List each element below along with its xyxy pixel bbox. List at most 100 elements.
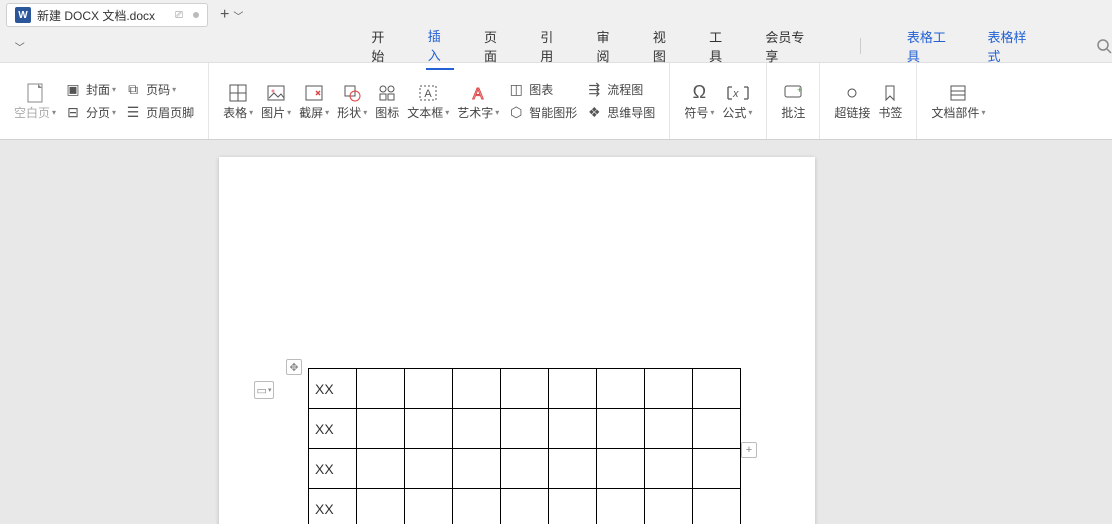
- pagenum-icon: ⧉: [124, 81, 142, 98]
- mindmap-button[interactable]: ❖思维导图: [585, 104, 655, 121]
- table-cell[interactable]: [453, 409, 501, 449]
- chevron-down-icon[interactable]: ﹀: [233, 8, 243, 23]
- table-cell[interactable]: [405, 409, 453, 449]
- mindmap-icon: ❖: [585, 104, 603, 121]
- table-cell[interactable]: [549, 489, 597, 524]
- picture-button[interactable]: 图片▾: [261, 82, 291, 121]
- picture-icon: [266, 82, 286, 104]
- table-cell[interactable]: [549, 449, 597, 489]
- table-cell[interactable]: [501, 489, 549, 524]
- svg-text:A: A: [473, 86, 484, 103]
- shapes-button[interactable]: 形状▾: [337, 82, 367, 121]
- table-cell[interactable]: [453, 489, 501, 524]
- table-cell[interactable]: [453, 449, 501, 489]
- search-icon[interactable]: [1096, 38, 1112, 54]
- table-cell[interactable]: [693, 449, 741, 489]
- textbox-button[interactable]: A 文本框▾: [407, 82, 449, 121]
- table-row[interactable]: XX: [309, 369, 741, 409]
- wordart-button[interactable]: A 艺术字▾: [457, 82, 499, 121]
- bookmark-button[interactable]: 书签: [878, 82, 902, 121]
- word-doc-icon: W: [15, 7, 31, 23]
- header-footer-button[interactable]: ☰页眉页脚: [124, 104, 194, 121]
- smartart-icon: ⬡: [507, 104, 525, 121]
- icons-button[interactable]: 图标: [375, 82, 399, 121]
- table-cell[interactable]: XX: [309, 369, 357, 409]
- table-cell[interactable]: XX: [309, 449, 357, 489]
- page-number-button[interactable]: ⧉页码▾: [124, 81, 194, 98]
- document-tab[interactable]: W 新建 DOCX 文档.docx ⎚: [6, 3, 208, 27]
- tab-device-icon[interactable]: ⎚: [175, 10, 183, 21]
- svg-text:x: x: [732, 88, 739, 100]
- flowchart-button[interactable]: ⇶流程图: [585, 81, 655, 98]
- ribbon-group-pages: 空白页▾ ▣封面▾ ⊟分页▾ ⧉页码▾ ☰页眉页脚: [0, 63, 209, 139]
- table-add-column-handle[interactable]: +: [741, 442, 757, 458]
- table-cell[interactable]: [501, 369, 549, 409]
- symbol-button[interactable]: Ω 符号▾: [684, 82, 714, 121]
- tab-close-dot[interactable]: [193, 12, 199, 18]
- ribbon-group-links: 超链接 书签: [820, 63, 917, 139]
- break-icon: ⊟: [64, 104, 82, 121]
- table-cell[interactable]: [405, 369, 453, 409]
- expand-menu-button[interactable]: ﹀: [10, 39, 29, 54]
- equation-icon: x: [725, 82, 749, 104]
- table-cell[interactable]: [357, 369, 405, 409]
- table-cell[interactable]: [501, 449, 549, 489]
- table-move-handle[interactable]: ✥: [286, 359, 302, 375]
- blank-page-button[interactable]: 空白页▾: [14, 82, 56, 121]
- table-row[interactable]: XX: [309, 449, 741, 489]
- table-cell[interactable]: [645, 409, 693, 449]
- document-table[interactable]: XX XX XX XX: [308, 368, 741, 524]
- table-cell[interactable]: [693, 409, 741, 449]
- page-break-button[interactable]: ⊟分页▾: [64, 104, 116, 121]
- table-button[interactable]: 表格▾: [223, 82, 253, 121]
- table-cell[interactable]: [597, 369, 645, 409]
- table-cell[interactable]: [645, 449, 693, 489]
- plus-icon: +: [220, 6, 229, 24]
- table-cell[interactable]: XX: [309, 489, 357, 524]
- icons-icon: [377, 82, 397, 104]
- ribbon-group-insert: 表格▾ 图片▾ 截屏▾ 形状▾ 图标 A 文本框▾ A 艺术字▾ ◫图表 ⬡智能…: [209, 63, 670, 139]
- smartart-button[interactable]: ⬡智能图形: [507, 104, 577, 121]
- table-cell[interactable]: [549, 409, 597, 449]
- document-name: 新建 DOCX 文档.docx: [37, 7, 155, 24]
- table-cell[interactable]: [597, 449, 645, 489]
- cover-icon: ▣: [64, 81, 82, 98]
- table-cell[interactable]: [645, 489, 693, 524]
- table-cell[interactable]: [693, 489, 741, 524]
- ribbon-group-docparts: 文档部件▾: [917, 63, 999, 139]
- symbol-icon: Ω: [693, 82, 706, 104]
- flowchart-icon: ⇶: [585, 81, 603, 98]
- table-cell[interactable]: [597, 489, 645, 524]
- cover-button[interactable]: ▣封面▾: [64, 81, 116, 98]
- table-cell[interactable]: [405, 489, 453, 524]
- chart-button[interactable]: ◫图表: [507, 81, 577, 98]
- table-row[interactable]: XX: [309, 489, 741, 524]
- docparts-button[interactable]: 文档部件▾: [931, 82, 985, 121]
- svg-text:A: A: [425, 88, 433, 100]
- table-cell[interactable]: [357, 449, 405, 489]
- table-cell[interactable]: [453, 369, 501, 409]
- table-cell[interactable]: [501, 409, 549, 449]
- document-canvas[interactable]: XX XX XX XX ✥ ▭▾ + + ⤡: [0, 140, 1112, 524]
- wordart-icon: A: [468, 82, 488, 104]
- table-cell[interactable]: [549, 369, 597, 409]
- comment-button[interactable]: + 批注: [781, 82, 805, 121]
- table-cell[interactable]: [405, 449, 453, 489]
- blank-page-icon: [25, 82, 45, 104]
- table-sidebar-mode-button[interactable]: ▭▾: [254, 381, 274, 399]
- screenshot-icon: [304, 82, 324, 104]
- menu-divider: [860, 38, 861, 54]
- table-row[interactable]: XX: [309, 409, 741, 449]
- screenshot-button[interactable]: 截屏▾: [299, 82, 329, 121]
- hyperlink-button[interactable]: 超链接: [834, 82, 870, 121]
- comment-icon: +: [783, 82, 803, 104]
- table-cell[interactable]: [645, 369, 693, 409]
- bookmark-icon: [880, 82, 900, 104]
- table-cell[interactable]: [693, 369, 741, 409]
- table-cell[interactable]: [597, 409, 645, 449]
- table-cell[interactable]: [357, 489, 405, 524]
- table-cell[interactable]: XX: [309, 409, 357, 449]
- table-cell[interactable]: [357, 409, 405, 449]
- new-tab-button[interactable]: + ﹀: [220, 6, 243, 24]
- equation-button[interactable]: x 公式▾: [722, 82, 752, 121]
